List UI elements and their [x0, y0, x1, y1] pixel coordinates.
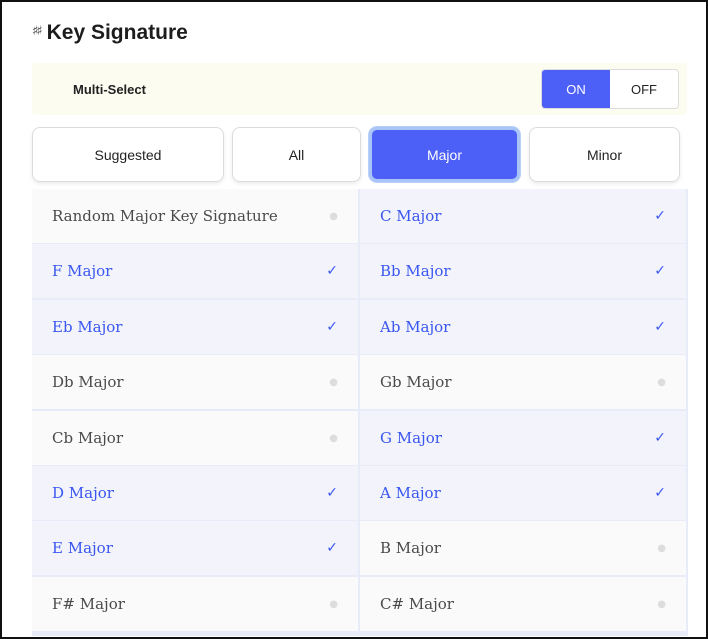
- key-option[interactable]: Eb Major ✓: [32, 300, 358, 354]
- multi-select-label: Multi-Select: [73, 82, 146, 97]
- key-option-label: F Major: [52, 262, 113, 280]
- multi-select-toggle: ON OFF: [541, 69, 679, 109]
- checkmark-icon: ✓: [654, 430, 666, 446]
- checkmark-icon: ✓: [654, 263, 666, 279]
- filter-tabs: Suggested All Major Minor: [32, 127, 680, 183]
- key-option[interactable]: A Major ✓: [360, 466, 686, 520]
- key-option-label: Gb Major: [380, 373, 452, 391]
- dot-icon: ●: [329, 598, 338, 610]
- dot-icon: ●: [329, 210, 338, 222]
- dot-icon: ●: [657, 376, 666, 388]
- key-option[interactable]: F Major ✓: [32, 244, 358, 298]
- key-option-label: A Major: [380, 484, 441, 502]
- key-option[interactable]: Cb Major ●: [32, 411, 358, 465]
- key-option[interactable]: C# Major ●: [360, 577, 686, 631]
- key-option[interactable]: Bb Major ✓: [360, 244, 686, 298]
- checkmark-icon: ✓: [654, 485, 666, 501]
- dot-icon: ●: [329, 432, 338, 444]
- tab-major[interactable]: Major: [369, 127, 520, 182]
- checkmark-icon: ✓: [326, 485, 338, 501]
- key-option-label: Bb Major: [380, 262, 451, 280]
- key-option-label: C# Major: [380, 595, 454, 613]
- key-option-label: G Major: [380, 429, 442, 447]
- page-title: Key Signature: [46, 21, 188, 44]
- key-option[interactable]: Ab Major ✓: [360, 300, 686, 354]
- checkmark-icon: ✓: [326, 540, 338, 556]
- key-option-label: Cb Major: [52, 429, 124, 447]
- key-option[interactable]: B Major ●: [360, 521, 686, 575]
- key-option-label: Ab Major: [380, 318, 451, 336]
- sharp-signature-icon: ♯♯: [32, 23, 43, 39]
- panel-header: ♯♯ Key Signature: [32, 18, 188, 48]
- key-option[interactable]: G Major ✓: [360, 411, 686, 465]
- key-signature-list: Random Major Key Signature ● C Major ✓ F Maj…: [32, 189, 688, 636]
- tab-all[interactable]: All: [232, 127, 361, 182]
- checkmark-icon: ✓: [326, 319, 338, 335]
- key-option[interactable]: F# Major ●: [32, 577, 358, 631]
- dot-icon: ●: [329, 376, 338, 388]
- key-option[interactable]: Random Major Key Signature ●: [32, 189, 358, 243]
- key-option[interactable]: D Major ✓: [32, 466, 358, 520]
- key-option[interactable]: Db Major ●: [32, 355, 358, 409]
- key-option-label: Db Major: [52, 373, 124, 391]
- key-option[interactable]: C Major ✓: [360, 189, 686, 243]
- key-option-label: B Major: [380, 539, 441, 557]
- dot-icon: ●: [657, 542, 666, 554]
- key-option-label: E Major: [52, 539, 113, 557]
- tab-minor[interactable]: Minor: [529, 127, 680, 182]
- checkmark-icon: ✓: [654, 319, 666, 335]
- key-option-label: Random Major Key Signature: [52, 207, 278, 225]
- multi-select-bar: Multi-Select ON OFF: [32, 63, 687, 115]
- toggle-on-button[interactable]: ON: [542, 70, 610, 108]
- checkmark-icon: ✓: [326, 263, 338, 279]
- key-option-label: C Major: [380, 207, 442, 225]
- key-option[interactable]: Gb Major ●: [360, 355, 686, 409]
- key-signature-panel: ♯♯ Key Signature Multi-Select ON OFF Sug…: [0, 0, 708, 639]
- key-option-label: Eb Major: [52, 318, 123, 336]
- key-option-label: F# Major: [52, 595, 125, 613]
- checkmark-icon: ✓: [654, 208, 666, 224]
- dot-icon: ●: [657, 598, 666, 610]
- tab-suggested[interactable]: Suggested: [32, 127, 224, 182]
- toggle-off-button[interactable]: OFF: [610, 70, 678, 108]
- key-option[interactable]: E Major ✓: [32, 521, 358, 575]
- key-option-label: D Major: [52, 484, 114, 502]
